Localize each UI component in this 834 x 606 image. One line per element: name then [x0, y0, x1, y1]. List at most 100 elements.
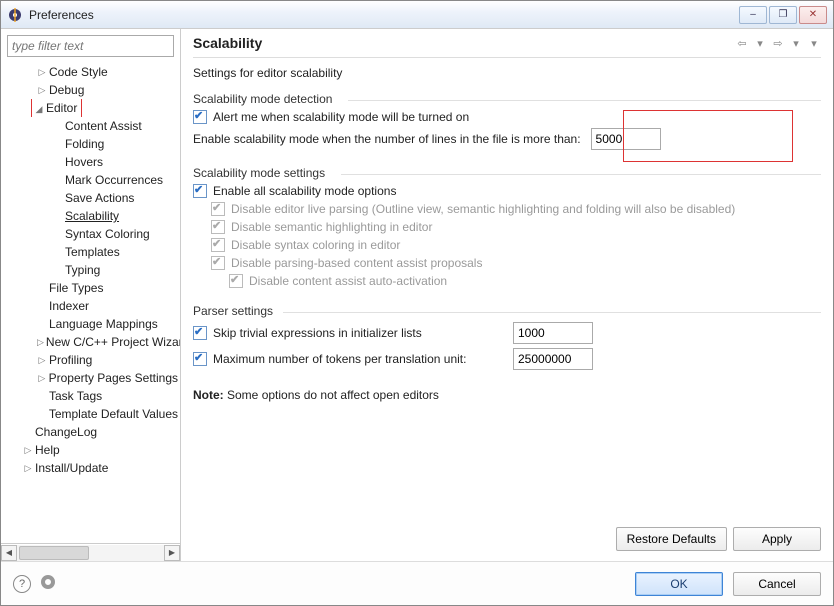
tree-item[interactable]: Indexer	[1, 297, 180, 315]
minimize-button[interactable]: –	[739, 6, 767, 24]
tree-item[interactable]: ▷Help	[1, 441, 180, 459]
tree-item[interactable]: Folding	[1, 135, 180, 153]
skip-checkbox[interactable]	[193, 326, 207, 340]
expand-icon[interactable]: ▷	[37, 351, 47, 369]
window-buttons: – ❐ ✕	[739, 6, 827, 24]
group-detection-title: Scalability mode detection	[193, 92, 821, 106]
back-menu-icon[interactable]: ▾	[753, 36, 767, 50]
tree-item[interactable]: ▷Install/Update	[1, 459, 180, 477]
tree-item-label: Scalability	[63, 207, 121, 225]
max-checkbox[interactable]	[193, 352, 207, 366]
expand-icon[interactable]: ▷	[37, 369, 47, 387]
alert-checkbox[interactable]	[193, 110, 207, 124]
tree-item-label: Property Pages Settings	[47, 369, 180, 387]
tree-item[interactable]: ◢Editor	[1, 99, 180, 117]
expand-icon[interactable]: ▷	[23, 459, 33, 477]
tree-item[interactable]: Templates	[1, 243, 180, 261]
tree-item[interactable]: ChangeLog	[1, 423, 180, 441]
tree-item-label: Language Mappings	[47, 315, 160, 333]
restore-button[interactable]: ❐	[769, 6, 797, 24]
tree-item[interactable]: File Types	[1, 279, 180, 297]
titlebar: Preferences – ❐ ✕	[1, 1, 833, 29]
note-prefix: Note:	[193, 388, 224, 402]
tree-item-label: Template Default Values	[47, 405, 180, 423]
enable-all-row: Enable all scalability mode options	[193, 184, 821, 198]
tree-item-label: Folding	[63, 135, 106, 153]
tree: ▷Code Style▷Debug◢EditorContent AssistFo…	[1, 63, 180, 543]
alert-label: Alert me when scalability mode will be t…	[213, 110, 469, 124]
restore-defaults-button[interactable]: Restore Defaults	[616, 527, 727, 551]
tree-item-label: Templates	[63, 243, 122, 261]
tree-item[interactable]: Hovers	[1, 153, 180, 171]
cancel-button[interactable]: Cancel	[733, 572, 821, 596]
group-detection: Scalability mode detection Alert me when…	[193, 92, 821, 154]
scroll-thumb[interactable]	[19, 546, 89, 560]
tree-item[interactable]: ▷Property Pages Settings	[1, 369, 180, 387]
horizontal-scrollbar[interactable]: ◀ ▶	[1, 543, 180, 561]
skip-input[interactable]	[513, 322, 593, 344]
tree-item-label: Indexer	[47, 297, 91, 315]
max-input[interactable]	[513, 348, 593, 370]
skip-label: Skip trivial expressions in initializer …	[213, 326, 422, 340]
apply-button[interactable]: Apply	[733, 527, 821, 551]
tree-item[interactable]: ▷New C/C++ Project Wizard	[1, 333, 180, 351]
tree-item-label: Typing	[63, 261, 102, 279]
tree-item[interactable]: ▷Debug	[1, 81, 180, 99]
tree-item[interactable]: Typing	[1, 261, 180, 279]
forward-icon[interactable]: ⇨	[771, 36, 785, 50]
tree-item-label: Mark Occurrences	[63, 171, 165, 189]
opt2-row: Disable semantic highlighting in editor	[193, 220, 821, 234]
opt3-row: Disable syntax coloring in editor	[193, 238, 821, 252]
opt2-checkbox	[211, 220, 225, 234]
expand-icon[interactable]: ◢	[34, 100, 44, 118]
back-icon[interactable]: ⇦	[735, 36, 749, 50]
forward-menu-icon[interactable]: ▾	[789, 36, 803, 50]
tree-item[interactable]: Scalability	[1, 207, 180, 225]
tree-item-label: Help	[33, 441, 62, 459]
tree-item-label: Save Actions	[63, 189, 136, 207]
menu-dropdown-icon[interactable]: ▾	[807, 36, 821, 50]
tree-item[interactable]: ▷Code Style	[1, 63, 180, 81]
threshold-input[interactable]	[591, 128, 661, 150]
panel-buttons: Restore Defaults Apply	[193, 517, 821, 551]
scroll-left-arrow[interactable]: ◀	[1, 545, 17, 561]
tree-item-label: Syntax Coloring	[63, 225, 152, 243]
expand-icon[interactable]: ▷	[37, 63, 47, 81]
scroll-track[interactable]	[17, 545, 164, 561]
group-parser: Parser settings Skip trivial expressions…	[193, 304, 821, 374]
tree-item[interactable]: Content Assist	[1, 117, 180, 135]
expand-icon[interactable]: ▷	[37, 333, 44, 351]
tree-item[interactable]: Template Default Values	[1, 405, 180, 423]
tree-item-label: ChangeLog	[33, 423, 99, 441]
main-panel: Scalability ⇦ ▾ ⇨ ▾ ▾ Settings for edito…	[181, 29, 833, 561]
tree-item[interactable]: Language Mappings	[1, 315, 180, 333]
tree-item[interactable]: Task Tags	[1, 387, 180, 405]
scroll-right-arrow[interactable]: ▶	[164, 545, 180, 561]
filter-input[interactable]	[7, 35, 174, 57]
sidebar: ▷Code Style▷Debug◢EditorContent AssistFo…	[1, 29, 181, 561]
tree-item-label: Install/Update	[33, 459, 110, 477]
tree-item-label: Task Tags	[47, 387, 104, 405]
tree-item[interactable]: Syntax Coloring	[1, 225, 180, 243]
group-settings-title: Scalability mode settings	[193, 166, 821, 180]
opt3-checkbox	[211, 238, 225, 252]
enable-all-checkbox[interactable]	[193, 184, 207, 198]
opt1-label: Disable editor live parsing (Outline vie…	[231, 202, 735, 216]
tree-item-label: Debug	[47, 81, 86, 99]
alert-row: Alert me when scalability mode will be t…	[193, 110, 821, 124]
note-row: Note: Some options do not affect open ed…	[193, 388, 821, 402]
ok-button[interactable]: OK	[635, 572, 723, 596]
help-icon[interactable]: ?	[13, 575, 31, 593]
max-label: Maximum number of tokens per translation…	[213, 352, 466, 366]
progress-icon[interactable]	[41, 575, 55, 589]
expand-icon[interactable]: ▷	[23, 441, 33, 459]
tree-item[interactable]: Mark Occurrences	[1, 171, 180, 189]
close-button[interactable]: ✕	[799, 6, 827, 24]
expand-icon[interactable]: ▷	[37, 81, 47, 99]
opt4-label: Disable parsing-based content assist pro…	[231, 256, 482, 270]
opt5-row: Disable content assist auto-activation	[193, 274, 821, 288]
page-title: Scalability	[193, 35, 735, 51]
app-icon	[7, 7, 23, 23]
tree-item[interactable]: ▷Profiling	[1, 351, 180, 369]
tree-item[interactable]: Save Actions	[1, 189, 180, 207]
